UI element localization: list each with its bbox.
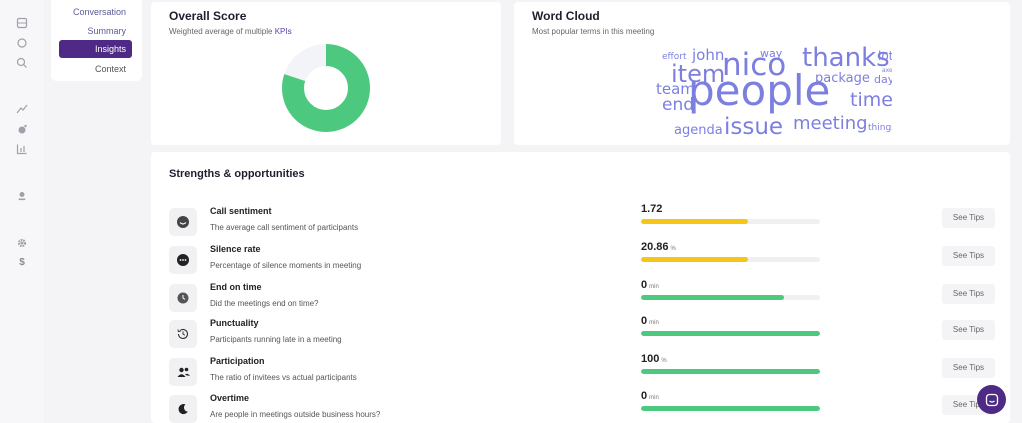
nav-context[interactable]: Context bbox=[95, 64, 126, 74]
users-icon bbox=[169, 358, 197, 386]
nav-insights[interactable]: Insights bbox=[59, 40, 132, 58]
see-tips-button[interactable]: See Tips bbox=[942, 246, 995, 266]
overall-score-card: Overall Score Weighted average of multip… bbox=[151, 2, 501, 145]
dollar-icon[interactable]: $ bbox=[16, 257, 28, 269]
trend-icon[interactable] bbox=[16, 103, 28, 115]
metric-bar bbox=[641, 257, 820, 262]
metric-bar bbox=[641, 295, 820, 300]
search-icon[interactable] bbox=[16, 57, 28, 69]
word: thanks bbox=[802, 43, 890, 73]
moon-icon bbox=[169, 395, 197, 423]
word: things bbox=[868, 123, 892, 133]
strengths-title: Strengths & opportunities bbox=[169, 168, 305, 180]
gear-icon[interactable] bbox=[16, 237, 28, 249]
word-cloud: people nico thanks item issue meeting ti… bbox=[656, 43, 892, 140]
insights-subnav: Conversation Summary Insights Context bbox=[51, 0, 142, 81]
word: effort bbox=[662, 52, 687, 62]
metric-bar bbox=[641, 331, 820, 336]
word: time bbox=[850, 89, 892, 111]
grid-icon[interactable] bbox=[16, 17, 28, 29]
smile-icon bbox=[169, 208, 197, 236]
wordcloud-subtitle: Most popular terms in this meeting bbox=[532, 27, 655, 36]
metric-bar-fill bbox=[641, 369, 820, 374]
metric-bar bbox=[641, 219, 820, 224]
see-tips-button[interactable]: See Tips bbox=[942, 284, 995, 304]
circle-icon[interactable] bbox=[16, 37, 28, 49]
nav-summary[interactable]: Summary bbox=[87, 26, 126, 36]
metric-value: 0 min bbox=[641, 279, 659, 291]
score-subtitle: Weighted average of multiple KPIs bbox=[169, 27, 292, 36]
metric-bar-fill bbox=[641, 406, 820, 411]
metric-bar-fill bbox=[641, 295, 785, 300]
metric-row-participation: Participation The ratio of invitees vs a… bbox=[169, 353, 999, 389]
word: day bbox=[874, 73, 892, 86]
metric-value: 20.86% bbox=[641, 241, 676, 253]
metric-value: 100% bbox=[641, 353, 667, 365]
word: team bbox=[656, 80, 695, 98]
history-icon bbox=[169, 320, 197, 348]
metric-value: 0 min bbox=[641, 315, 659, 327]
metric-bar-fill bbox=[641, 331, 820, 336]
bubble-icon[interactable] bbox=[16, 123, 28, 135]
metric-row-silence-rate: Silence rate Percentage of silence momen… bbox=[169, 241, 999, 277]
metric-row-punctuality: Punctuality Participants running late in… bbox=[169, 315, 999, 351]
metric-bar-fill bbox=[641, 257, 749, 262]
see-tips-button[interactable]: See Tips bbox=[942, 320, 995, 340]
metric-row-overtime: Overtime Are people in meetings outside … bbox=[169, 390, 999, 423]
score-donut bbox=[282, 44, 370, 132]
word: issue bbox=[724, 114, 783, 140]
word: way bbox=[760, 47, 783, 60]
word: end bbox=[662, 95, 694, 115]
word: axel bbox=[882, 67, 892, 74]
metric-row-end-on-time: End on time Did the meetings end on time… bbox=[169, 279, 999, 315]
chat-icon bbox=[985, 393, 998, 406]
metric-bar bbox=[641, 369, 820, 374]
word: agenda bbox=[674, 123, 723, 138]
metric-value: 0 min bbox=[641, 390, 659, 402]
see-tips-button[interactable]: See Tips bbox=[942, 358, 995, 378]
word-cloud-card: Word Cloud Most popular terms in this me… bbox=[514, 2, 1010, 145]
ellipsis-chat-icon bbox=[169, 246, 197, 274]
score-title: Overall Score bbox=[169, 9, 247, 23]
metric-bar bbox=[641, 406, 820, 411]
metric-value: 1.72 bbox=[641, 203, 663, 215]
chart-icon[interactable] bbox=[16, 143, 28, 155]
person-icon[interactable] bbox=[16, 190, 28, 202]
metric-bar-fill bbox=[641, 219, 749, 224]
word: package bbox=[815, 71, 870, 86]
metric-row-call-sentiment: Call sentiment The average call sentimen… bbox=[169, 203, 999, 239]
word: lot bbox=[878, 49, 892, 63]
kpi-link[interactable]: KPIs bbox=[275, 27, 292, 36]
chat-launcher-button[interactable] bbox=[977, 385, 1006, 414]
strengths-card: Strengths & opportunities Call sentiment… bbox=[151, 152, 1010, 423]
wordcloud-title: Word Cloud bbox=[532, 9, 600, 23]
word: john bbox=[691, 46, 724, 64]
icon-rail: $ bbox=[0, 0, 44, 423]
word: meeting bbox=[793, 113, 868, 134]
clock-icon bbox=[169, 284, 197, 312]
nav-conversation[interactable]: Conversation bbox=[73, 7, 126, 17]
see-tips-button[interactable]: See Tips bbox=[942, 208, 995, 228]
